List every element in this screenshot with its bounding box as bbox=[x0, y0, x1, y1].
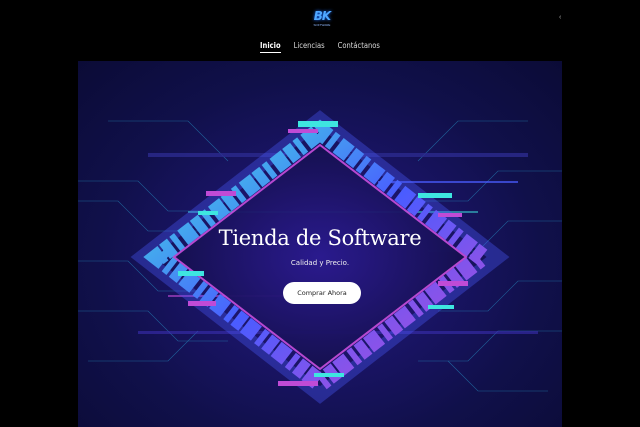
main-nav: Inicio Licencias Contáctanos bbox=[0, 41, 640, 53]
diamond-inner bbox=[172, 143, 468, 371]
hero-subtitle: Calidad y Precio. bbox=[290, 259, 350, 267]
nav-item-contactanos[interactable]: Contáctanos bbox=[338, 41, 380, 53]
logo-icon[interactable]: BK SOFTWARE bbox=[311, 7, 333, 27]
menu-icon[interactable]: ‹ bbox=[559, 14, 561, 21]
site-header: BK SOFTWARE ‹ Inicio Licencias Contáctan… bbox=[0, 0, 640, 60]
nav-item-inicio[interactable]: Inicio bbox=[260, 41, 281, 53]
logo-subtext: SOFTWARE bbox=[313, 23, 331, 27]
buy-now-button[interactable]: Comprar Ahora bbox=[283, 282, 361, 304]
nav-item-licencias[interactable]: Licencias bbox=[294, 41, 325, 53]
hero-banner: Tienda de Software Calidad y Precio. Com… bbox=[78, 61, 562, 427]
logo-text: BK bbox=[313, 9, 331, 23]
hero-title: Tienda de Software bbox=[218, 226, 422, 250]
